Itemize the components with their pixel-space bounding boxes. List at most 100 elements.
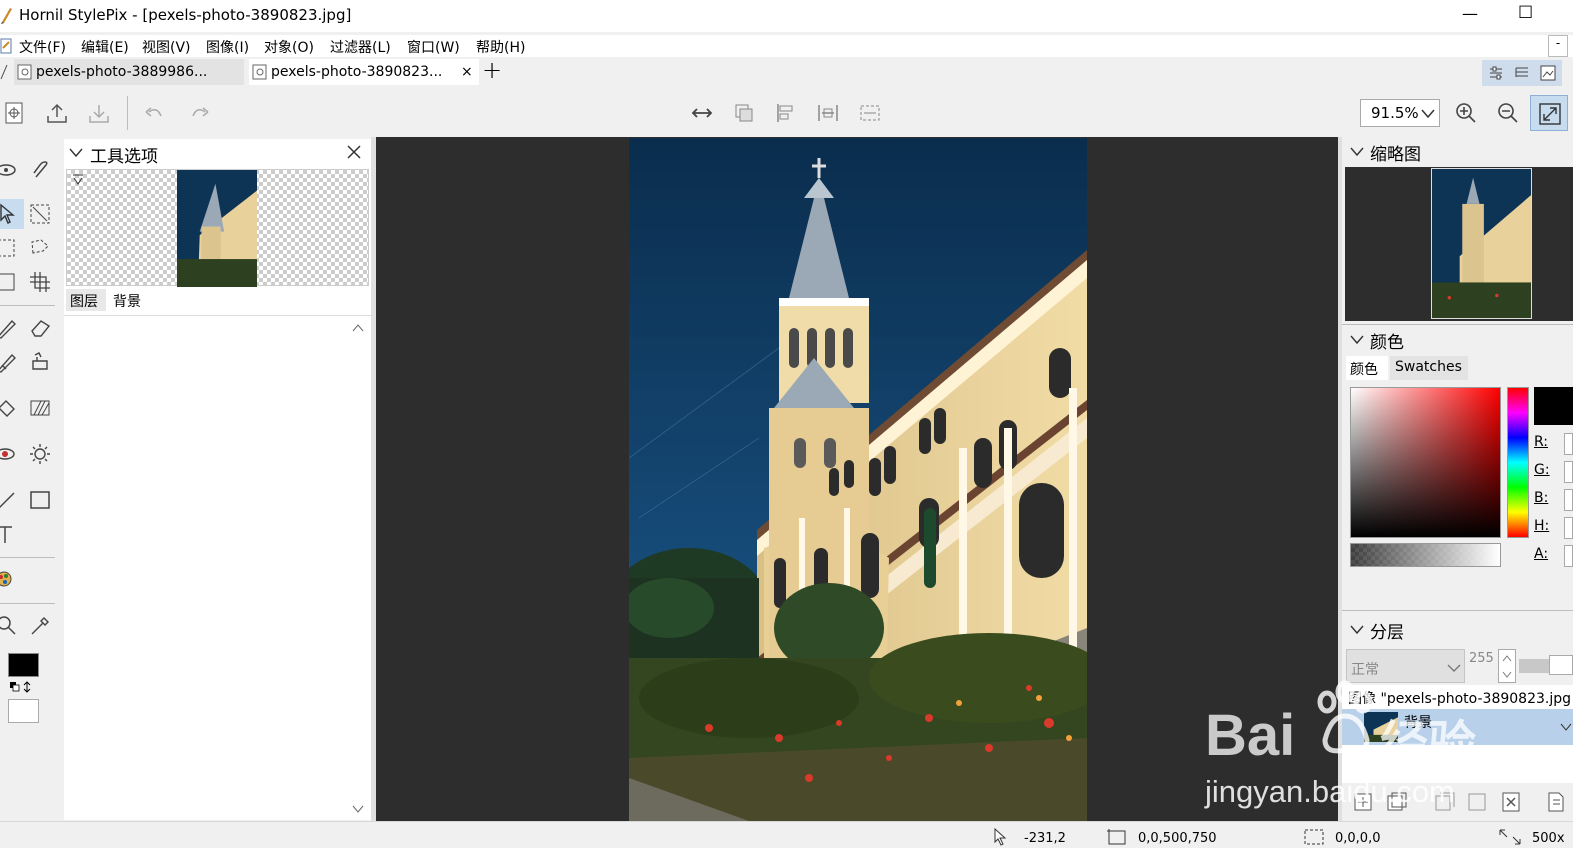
align-left-icon[interactable]: [775, 102, 797, 124]
layer-properties-icon[interactable]: [1466, 791, 1488, 813]
flip-horizontal-icon[interactable]: [691, 102, 713, 124]
chevron-down-icon[interactable]: [1350, 146, 1364, 158]
color-picker-square[interactable]: [1350, 387, 1501, 538]
alpha-slider[interactable]: [1350, 543, 1501, 567]
eyedropper-icon[interactable]: [29, 615, 51, 637]
zoom-in-icon[interactable]: [1455, 102, 1477, 124]
distribute-icon[interactable]: [817, 102, 839, 124]
fit-screen-icon: [1539, 103, 1561, 125]
adjust-panel-icon[interactable]: [1488, 65, 1504, 81]
line-icon[interactable]: [0, 489, 18, 511]
pencil-icon[interactable]: [0, 351, 18, 373]
background-color-swatch[interactable]: [8, 699, 39, 723]
eye-icon[interactable]: [0, 159, 20, 181]
chevron-down-icon[interactable]: [1350, 334, 1364, 346]
duplicate-layer-icon[interactable]: [1386, 791, 1408, 813]
brightness-icon[interactable]: [29, 443, 51, 465]
tab-layers[interactable]: 图层: [66, 289, 106, 311]
arrange-icon[interactable]: [733, 102, 755, 124]
merge-layer-icon[interactable]: [1434, 791, 1456, 813]
minimize-button[interactable]: —: [1462, 4, 1478, 23]
blend-mode-select[interactable]: 正常: [1346, 649, 1465, 683]
image-row-label: 图像 "pexels-photo-3890823.jpg: [1348, 691, 1572, 707]
lasso-icon[interactable]: [29, 237, 51, 259]
fit-window-button[interactable]: [1530, 95, 1568, 131]
tools-separator: [0, 603, 55, 604]
list-panel-icon[interactable]: [1514, 65, 1530, 81]
image-row[interactable]: 图像 "pexels-photo-3890823.jpg: [1342, 685, 1573, 709]
tab-document-1[interactable]: pexels-photo-3889986...: [14, 59, 244, 85]
brush-icon[interactable]: [0, 317, 18, 339]
menu-filter[interactable]: 过滤器(L): [330, 37, 391, 57]
tab-scroll-icon[interactable]: [0, 63, 8, 81]
current-color-swatch[interactable]: [1534, 387, 1573, 425]
save-icon[interactable]: [88, 102, 110, 124]
eraser-icon[interactable]: [29, 317, 51, 339]
chevron-down-icon[interactable]: [1560, 721, 1572, 733]
layer-thumbnail: [1364, 712, 1398, 742]
menu-image[interactable]: 图像(I): [206, 37, 249, 57]
foreground-color-swatch[interactable]: [8, 653, 39, 677]
scroll-up-icon[interactable]: [352, 323, 364, 333]
new-tab-button[interactable]: +: [482, 56, 502, 84]
opacity-slider-handle[interactable]: [1549, 655, 1573, 675]
palette-icon[interactable]: [0, 569, 18, 591]
a-value-field[interactable]: [1564, 545, 1573, 567]
spin-up-icon[interactable]: [1502, 654, 1512, 662]
panel-splitter[interactable]: [1338, 137, 1342, 821]
navigator-view[interactable]: [1345, 167, 1573, 321]
undo-icon[interactable]: [143, 102, 165, 124]
open-icon[interactable]: [46, 102, 68, 124]
menu-file[interactable]: 文件(F): [19, 37, 66, 57]
image-panel-icon[interactable]: [1540, 65, 1556, 81]
delete-layer-icon[interactable]: [1500, 791, 1522, 813]
red-eye-icon[interactable]: [0, 443, 18, 465]
tab-background[interactable]: 背景: [108, 289, 150, 311]
canvas-area[interactable]: [376, 137, 1338, 821]
menu-edit[interactable]: 编辑(E): [81, 37, 129, 57]
crop-icon[interactable]: [29, 271, 51, 293]
redo-icon[interactable]: [189, 102, 211, 124]
scroll-down-icon[interactable]: [352, 804, 364, 814]
r-value-field[interactable]: [1564, 433, 1573, 455]
new-image-icon[interactable]: [4, 102, 26, 124]
gradient-icon[interactable]: [29, 397, 51, 419]
zoom-out-icon[interactable]: [1497, 102, 1519, 124]
zoom-tool-icon[interactable]: [0, 615, 18, 637]
maximize-button[interactable]: ☐: [1518, 3, 1533, 23]
menu-help[interactable]: 帮助(H): [476, 37, 525, 57]
g-value-field[interactable]: [1564, 461, 1573, 483]
filter-icon[interactable]: [72, 174, 84, 186]
zoom-select[interactable]: 91.5%: [1360, 99, 1440, 127]
mdi-minimize-button[interactable]: -: [1548, 35, 1568, 57]
spin-down-icon[interactable]: [1502, 670, 1512, 678]
menu-window[interactable]: 窗口(W): [407, 37, 460, 57]
layer-row-background[interactable]: 背景: [1342, 709, 1573, 745]
tab-color[interactable]: 颜色: [1346, 356, 1388, 380]
clone-stamp-icon[interactable]: [29, 351, 51, 373]
menu-object[interactable]: 对象(O): [264, 37, 314, 57]
fill-icon[interactable]: [0, 397, 18, 419]
b-value-field[interactable]: [1564, 489, 1573, 511]
tab-document-2[interactable]: pexels-photo-3890823... ×: [249, 59, 479, 85]
rectangle-shape-icon[interactable]: [29, 489, 51, 511]
opacity-spinner[interactable]: [1498, 649, 1516, 683]
text-icon[interactable]: [0, 523, 18, 545]
close-icon[interactable]: [347, 145, 361, 159]
chevron-down-icon[interactable]: [69, 147, 83, 159]
rect-select-icon[interactable]: [0, 237, 18, 259]
clip-icon[interactable]: [30, 159, 52, 181]
transform-icon[interactable]: [29, 203, 51, 225]
pointer-icon[interactable]: [0, 203, 20, 225]
canvas-size-icon[interactable]: [859, 102, 881, 124]
layer-menu-icon[interactable]: [1544, 791, 1566, 813]
swap-colors-icon[interactable]: [10, 681, 34, 693]
tab-close-button[interactable]: ×: [461, 59, 473, 85]
new-layer-icon[interactable]: [1352, 791, 1374, 813]
hue-slider[interactable]: [1507, 387, 1529, 538]
h-value-field[interactable]: [1564, 517, 1573, 539]
tab-swatches[interactable]: Swatches: [1390, 356, 1468, 380]
menu-view[interactable]: 视图(V): [142, 37, 191, 57]
crop-rect-icon[interactable]: [0, 271, 18, 293]
chevron-down-icon[interactable]: [1350, 624, 1364, 636]
